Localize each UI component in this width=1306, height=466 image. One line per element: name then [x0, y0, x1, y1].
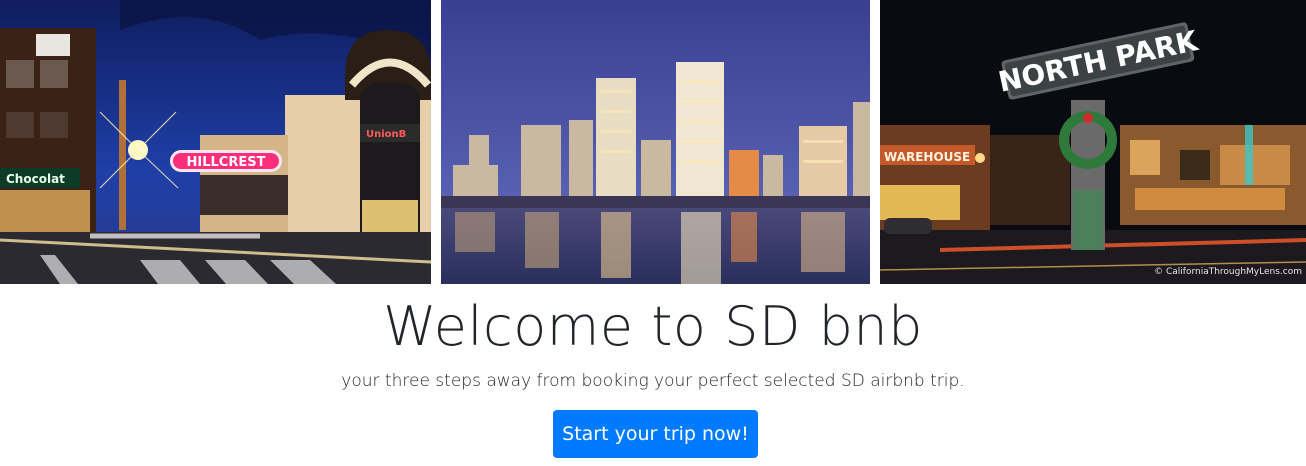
unionbank-sign-text: UnionB — [366, 129, 406, 140]
skyline-image — [441, 0, 870, 284]
warehouse-sign-text: WAREHOUSE — [884, 150, 970, 164]
chocolat-storefront-text: Chocolat — [6, 172, 65, 186]
skyline-photo — [441, 0, 870, 284]
north-park-image: WAREHOUSE NORTH PARK © CaliforniaThrough… — [880, 0, 1306, 284]
page-title: Welcome to SD bnb — [383, 295, 923, 358]
hillcrest-image: Chocolat UnionB HILLCREST — [0, 0, 431, 284]
start-trip-button[interactable]: Start your trip now! — [553, 410, 758, 458]
hillcrest-photo: Chocolat UnionB HILLCREST — [0, 0, 431, 284]
photo-credit: © CaliforniaThroughMyLens.com — [1154, 267, 1302, 277]
north-park-photo: WAREHOUSE NORTH PARK © CaliforniaThrough… — [880, 0, 1306, 284]
photo-gallery: Chocolat UnionB HILLCREST WAREHOUSE NORT… — [0, 0, 1306, 284]
hillcrest-sign-text: HILLCREST — [187, 155, 266, 170]
lead-text: your three steps away from booking your … — [341, 371, 965, 391]
